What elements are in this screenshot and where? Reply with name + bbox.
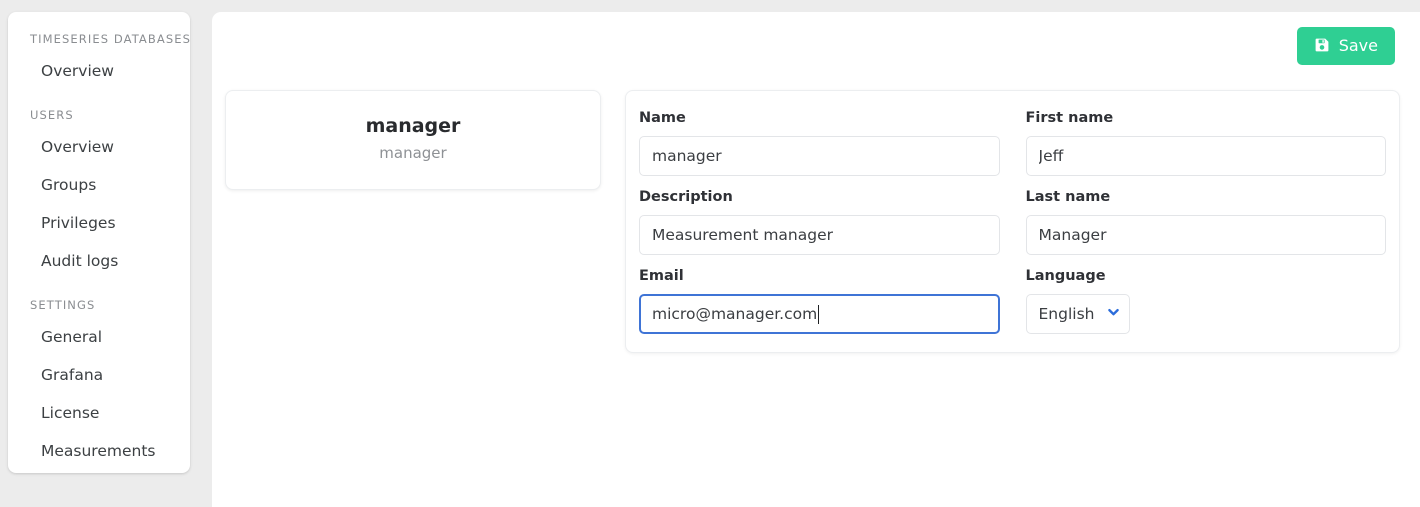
field-email: Email micro@manager.com xyxy=(639,265,1000,334)
field-name: Name xyxy=(639,107,1000,176)
save-floppy-icon xyxy=(1314,37,1330,56)
language-select[interactable]: English xyxy=(1025,294,1130,334)
form-column-right: First name Last name Language English xyxy=(1025,107,1387,334)
last-name-input[interactable] xyxy=(1025,215,1386,255)
form-column-left: Name Description Email micro@manager.com xyxy=(639,107,1000,334)
sidebar-item-timeseries-overview[interactable]: Overview xyxy=(8,52,190,90)
sidebar-item-groups[interactable]: Groups xyxy=(8,166,190,204)
sidebar-section-users: USERS Overview Groups Privileges Audit l… xyxy=(8,106,190,280)
user-card-title: manager xyxy=(365,115,461,137)
name-input[interactable] xyxy=(639,136,1000,176)
field-language: Language English xyxy=(1025,265,1387,334)
field-label-name: Name xyxy=(639,110,686,126)
save-button[interactable]: Save xyxy=(1296,27,1395,65)
field-label-last-name: Last name xyxy=(1025,189,1111,205)
sidebar-item-measurements[interactable]: Measurements xyxy=(8,432,190,470)
description-input[interactable] xyxy=(639,215,1000,255)
text-caret xyxy=(818,304,820,324)
save-button-label: Save xyxy=(1338,36,1378,55)
field-label-language: Language xyxy=(1025,268,1106,284)
sidebar-item-audit-logs[interactable]: Audit logs xyxy=(8,242,190,280)
sidebar-section-title-settings: SETTINGS xyxy=(30,298,96,312)
field-label-description: Description xyxy=(639,189,733,205)
user-summary-card: manager manager xyxy=(225,90,601,190)
toolbar: Save xyxy=(1296,27,1395,65)
first-name-input[interactable] xyxy=(1025,136,1386,176)
content-area: manager manager Name Description xyxy=(225,90,1420,353)
sidebar-item-users-overview[interactable]: Overview xyxy=(8,128,190,166)
sidebar-item-general[interactable]: General xyxy=(8,318,190,356)
sidebar-section-settings: SETTINGS General Grafana License Measure… xyxy=(8,296,190,470)
sidebar: TIMESERIES DATABASES Overview USERS Over… xyxy=(8,12,190,473)
email-input-value: micro@manager.com xyxy=(652,305,818,323)
sidebar-item-privileges[interactable]: Privileges xyxy=(8,204,190,242)
sidebar-section-title-users: USERS xyxy=(30,108,74,122)
sidebar-item-license[interactable]: License xyxy=(8,394,190,432)
email-input[interactable]: micro@manager.com xyxy=(639,294,1000,334)
user-details-form: Name Description Email micro@manager.com xyxy=(625,90,1400,353)
sidebar-section-title-timeseries-databases: TIMESERIES DATABASES xyxy=(30,32,190,46)
sidebar-section-timeseries-databases: TIMESERIES DATABASES Overview xyxy=(8,30,190,90)
field-description: Description xyxy=(639,186,1000,255)
user-card-subtitle: manager xyxy=(379,144,447,162)
field-first-name: First name xyxy=(1025,107,1386,176)
field-last-name: Last name xyxy=(1025,186,1386,255)
language-select-wrapper: English xyxy=(1025,294,1130,334)
field-label-email: Email xyxy=(639,268,684,284)
app-root: TIMESERIES DATABASES Overview USERS Over… xyxy=(0,0,1420,507)
sidebar-item-grafana[interactable]: Grafana xyxy=(8,356,190,394)
main-panel: Save manager manager Name Description xyxy=(212,12,1420,507)
field-label-first-name: First name xyxy=(1025,110,1114,126)
